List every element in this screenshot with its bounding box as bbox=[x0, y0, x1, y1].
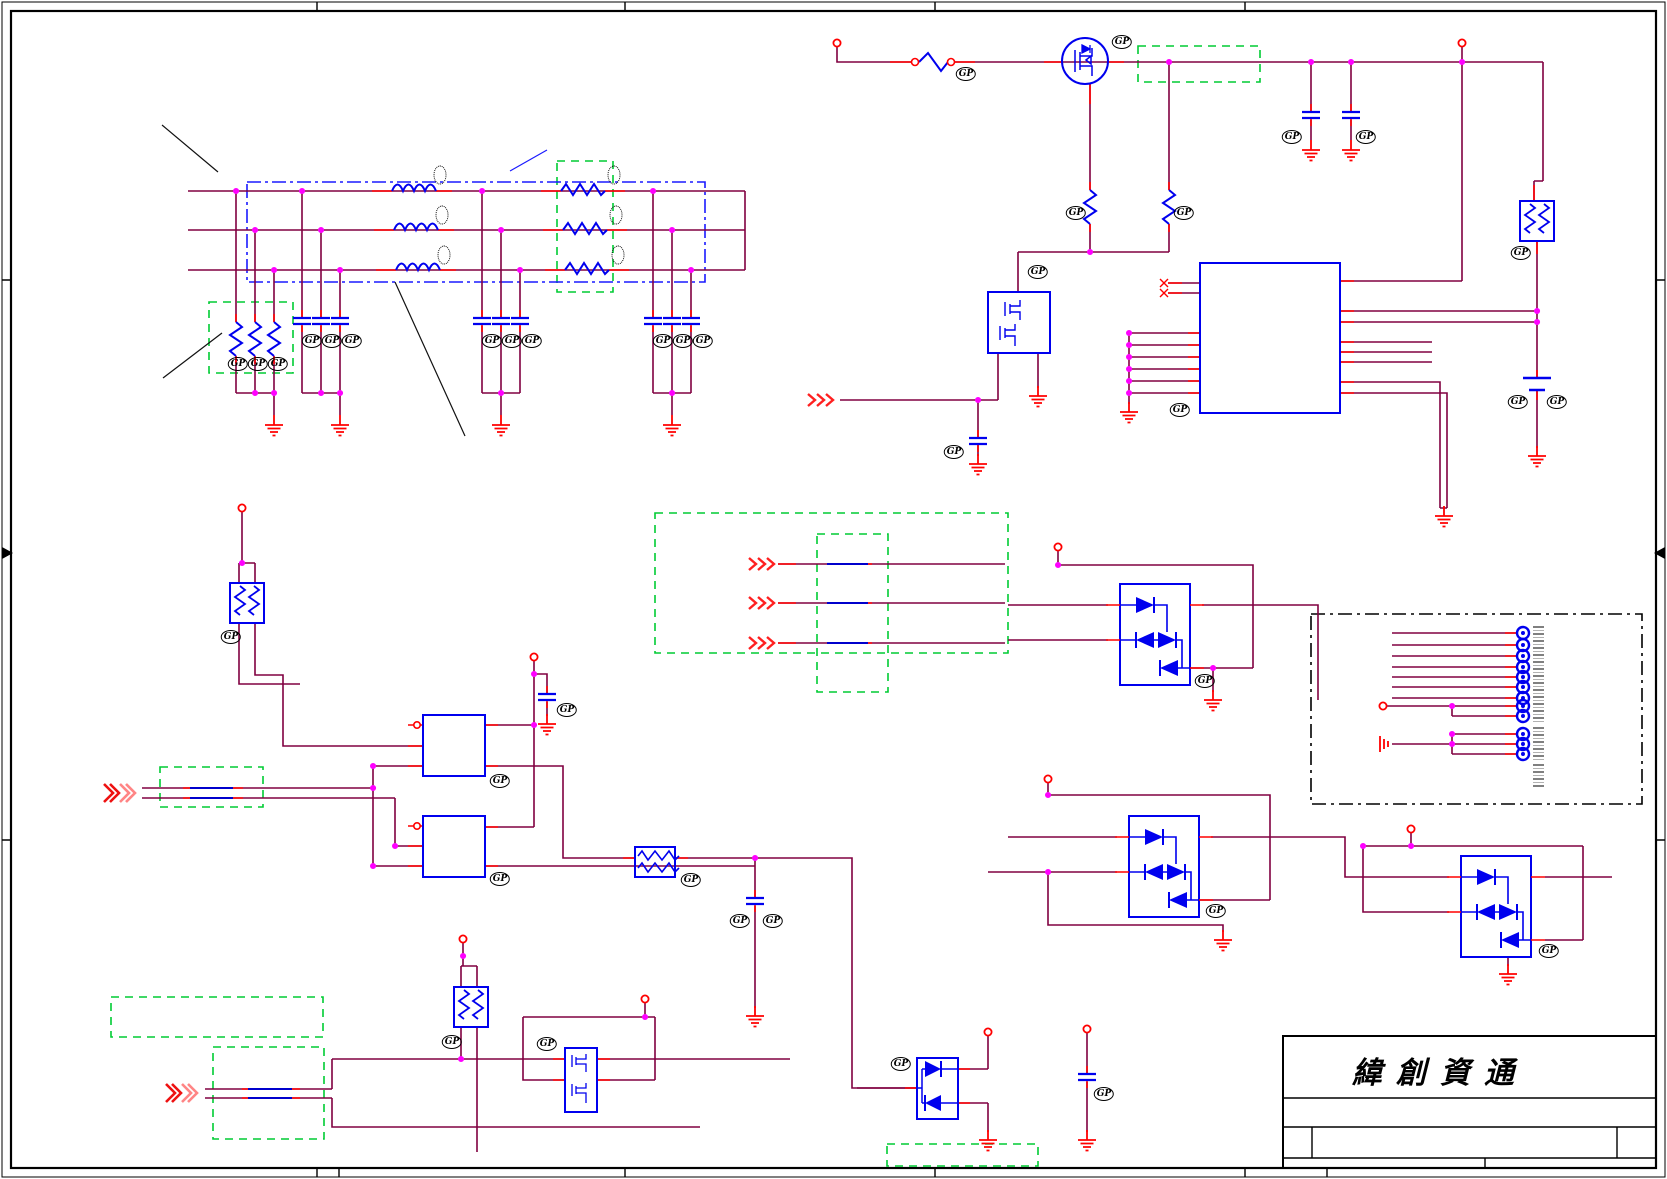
ref-label[interactable]: GP bbox=[1538, 944, 1560, 958]
sheet-border bbox=[1, 1, 1666, 1178]
shunt-resistor-1 bbox=[229, 321, 243, 357]
no-connect-x-icon bbox=[1159, 278, 1169, 298]
ref-label[interactable]: GP bbox=[692, 334, 714, 348]
inductor-phase1 bbox=[391, 183, 437, 192]
annotation-boxes bbox=[110, 45, 1643, 1167]
ref-label[interactable]: GP bbox=[267, 357, 289, 371]
pin-segments bbox=[183, 61, 1538, 1104]
ref-label[interactable]: GP bbox=[227, 357, 249, 371]
connector-pin-labels bbox=[1533, 727, 1544, 761]
diode-bridge-1 bbox=[1105, 583, 1205, 686]
relay-block-1 bbox=[422, 714, 486, 777]
ref-label-dotted[interactable] bbox=[437, 245, 451, 265]
diode-bridge-2 bbox=[1114, 815, 1214, 918]
ref-label[interactable]: GP bbox=[1510, 246, 1532, 260]
shunt-resistor-3 bbox=[267, 321, 281, 357]
double-chevron-icon bbox=[102, 782, 137, 804]
resistor-pack-right bbox=[1519, 200, 1555, 242]
ref-label[interactable]: GP bbox=[556, 703, 578, 717]
chevron-icon bbox=[747, 635, 776, 651]
resistor-phase1 bbox=[560, 183, 606, 196]
fuse bbox=[910, 51, 956, 73]
connector-pins bbox=[1515, 625, 1531, 762]
double-chevron-icon bbox=[164, 1082, 199, 1104]
connector-pin-labels bbox=[1533, 764, 1544, 788]
gate-resistor-2 bbox=[1162, 189, 1176, 225]
ref-label[interactable]: GP bbox=[729, 914, 751, 928]
wire-layer bbox=[142, 47, 1612, 1152]
ref-label-dotted[interactable] bbox=[435, 205, 449, 225]
ref-label[interactable]: GP bbox=[1194, 674, 1216, 688]
ref-label[interactable]: GP bbox=[301, 334, 323, 348]
ref-label[interactable]: GP bbox=[489, 872, 511, 886]
ref-label-dotted[interactable] bbox=[433, 165, 447, 185]
dual-mosfet-block bbox=[987, 291, 1051, 354]
ref-label-dotted[interactable] bbox=[611, 245, 625, 265]
inductor-phase2 bbox=[393, 222, 439, 231]
ref-label[interactable]: GP bbox=[321, 334, 343, 348]
jumper-segments bbox=[190, 563, 868, 1099]
ref-label[interactable]: GP bbox=[1111, 35, 1133, 49]
ref-label[interactable]: GP bbox=[1507, 395, 1529, 409]
relay-block-2 bbox=[422, 815, 486, 878]
ref-label[interactable]: GP bbox=[672, 334, 694, 348]
ref-label[interactable]: GP bbox=[1205, 904, 1227, 918]
resistor-phase2 bbox=[562, 222, 608, 235]
inductor-phase3 bbox=[395, 262, 441, 271]
ref-label[interactable]: GP bbox=[1355, 130, 1377, 144]
schematic-canvas bbox=[1, 1, 1666, 1178]
junction-dots bbox=[233, 59, 1541, 1062]
component-layer[interactable] bbox=[229, 37, 1555, 1120]
chevron-icon bbox=[747, 595, 776, 611]
ref-label[interactable]: GP bbox=[1281, 130, 1303, 144]
ref-label[interactable]: GP bbox=[1173, 206, 1195, 220]
resistor-phase3 bbox=[564, 262, 610, 275]
ref-label[interactable]: GP bbox=[1169, 403, 1191, 417]
connector-block-outline bbox=[1310, 613, 1643, 805]
ref-label[interactable]: GP bbox=[521, 334, 543, 348]
ground-symbols bbox=[264, 139, 1547, 1152]
ref-label[interactable]: GP bbox=[489, 774, 511, 788]
schematic-sheet: 緯創資通 GP GP GP GP GP GP GP GP GP GP GP GP… bbox=[0, 0, 1667, 1179]
shunt-resistor-2 bbox=[248, 321, 262, 357]
ref-label[interactable]: GP bbox=[220, 630, 242, 644]
ref-label[interactable]: GP bbox=[1027, 265, 1049, 279]
polarized-cap bbox=[1523, 376, 1551, 392]
company-name: 緯創資通 bbox=[1352, 1056, 1528, 1091]
ref-label[interactable]: GP bbox=[1065, 206, 1087, 220]
leader-lines bbox=[161, 124, 548, 437]
ref-label[interactable]: GP bbox=[1093, 1087, 1115, 1101]
ref-label[interactable]: GP bbox=[481, 334, 503, 348]
diode-bridge-3 bbox=[1446, 855, 1546, 958]
ref-label[interactable]: GP bbox=[1546, 395, 1568, 409]
emi-filter-outline bbox=[246, 181, 706, 283]
off-page-connectors[interactable] bbox=[102, 392, 835, 1104]
ref-label-dotted[interactable] bbox=[607, 165, 621, 185]
resistor-pack-mid bbox=[634, 846, 680, 878]
ref-label[interactable]: GP bbox=[536, 1037, 558, 1051]
ref-label[interactable]: GP bbox=[501, 334, 523, 348]
ref-label[interactable]: GP bbox=[943, 445, 965, 459]
ref-label[interactable]: GP bbox=[680, 873, 702, 887]
ref-label[interactable]: GP bbox=[890, 1057, 912, 1071]
chevron-icon bbox=[747, 556, 776, 572]
ref-label-dotted[interactable] bbox=[609, 205, 623, 225]
mosfet-circle bbox=[1061, 37, 1109, 85]
dual-mosfet-block-2 bbox=[564, 1047, 598, 1113]
ref-label[interactable]: GP bbox=[955, 67, 977, 81]
resistor-pack-bottom bbox=[453, 986, 489, 1028]
sideways-ground-icon bbox=[1379, 736, 1389, 752]
ref-label[interactable]: GP bbox=[652, 334, 674, 348]
chevron-icon bbox=[806, 392, 835, 408]
ref-label[interactable]: GP bbox=[762, 914, 784, 928]
dual-diode-block bbox=[916, 1057, 959, 1120]
connector-pin-labels bbox=[1533, 626, 1544, 724]
resistor-pack-left bbox=[229, 582, 265, 624]
controller-ic bbox=[1199, 262, 1341, 414]
ref-label[interactable]: GP bbox=[341, 334, 363, 348]
ref-label[interactable]: GP bbox=[247, 357, 269, 371]
ref-label[interactable]: GP bbox=[441, 1035, 463, 1049]
gate-resistor-1 bbox=[1083, 189, 1097, 225]
